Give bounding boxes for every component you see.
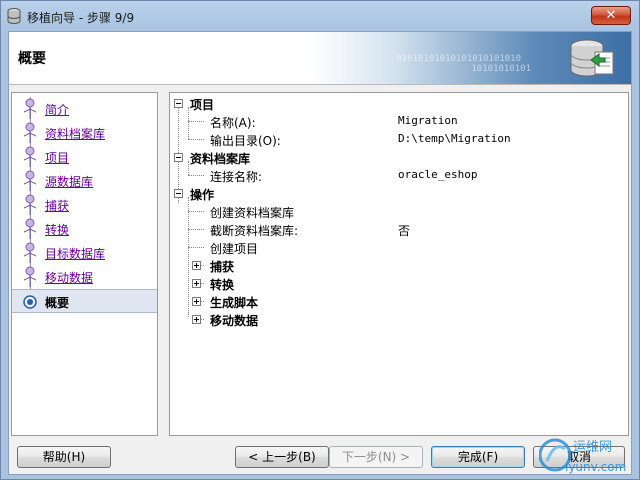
collapse-icon[interactable] (174, 153, 183, 162)
step-pin-icon (23, 146, 37, 167)
header-binary-decoration-2: 10101010101 (471, 64, 531, 74)
expand-icon[interactable] (192, 297, 201, 306)
expand-icon[interactable] (192, 315, 201, 324)
step-move-data[interactable]: 移动数据 (12, 265, 157, 289)
step-label[interactable]: 捕获 (45, 197, 69, 214)
tree-leaf-output-dir: 输出目录(O): D:\temp\Migration (210, 132, 511, 148)
step-target-db[interactable]: 目标数据库 (12, 241, 157, 265)
step-convert[interactable]: 转换 (12, 217, 157, 241)
step-pin-icon (23, 266, 37, 287)
step-repository[interactable]: 资料档案库 (12, 121, 157, 145)
database-migration-icon (570, 39, 614, 77)
current-step-icon (23, 295, 37, 309)
step-source-db[interactable]: 源数据库 (12, 169, 157, 193)
close-button[interactable]: ✕ (591, 6, 631, 25)
tree-leaf-connection-name: 连接名称: oracle_eshop (210, 168, 478, 184)
wizard-window: 移植向导 - 步骤 9/9 ✕ 01010101010101010101010 … (0, 0, 640, 480)
step-project[interactable]: 项目 (12, 145, 157, 169)
back-button[interactable]: < 上一步(B) (235, 446, 329, 468)
steps-sidebar: 简介 资料档案库 项目 源数据库 捕获 转换 目标数据库 移动数据 概要 (11, 92, 158, 436)
watermark-url: iyunv.com (565, 460, 626, 474)
step-label[interactable]: 项目 (45, 149, 69, 166)
step-label[interactable]: 移动数据 (45, 269, 93, 286)
help-button[interactable]: 帮助(H) (17, 446, 111, 468)
step-pin-icon (23, 194, 37, 215)
summary-tree: 项目 名称(A): Migration 输出目录(O): D:\temp\Mig… (169, 92, 629, 436)
step-pin-icon (23, 170, 37, 191)
page-title: 概要 (18, 51, 46, 67)
step-label[interactable]: 简介 (45, 101, 69, 118)
tree-node-capture[interactable]: 捕获 (170, 257, 610, 275)
expand-icon[interactable] (192, 261, 201, 270)
tree-leaf-truncate-repository: 截断资料档案库: 否 (210, 224, 411, 238)
collapse-icon[interactable] (174, 189, 183, 198)
window-title: 移植向导 - 步骤 9/9 (27, 11, 135, 25)
step-pin-icon (23, 242, 37, 263)
step-pin-icon (23, 218, 37, 239)
header-binary-decoration: 01010101010101010101010 (396, 54, 521, 64)
tree-node-operations[interactable]: 操作 (170, 185, 610, 203)
close-icon: ✕ (605, 8, 617, 23)
step-pin-icon (23, 98, 37, 119)
finish-button[interactable]: 完成(F) (431, 446, 525, 468)
step-summary[interactable]: 概要 (12, 289, 157, 313)
tree-node-repository[interactable]: 资料档案库 (170, 149, 610, 167)
tree-node-move-data[interactable]: 移动数据 (170, 311, 610, 329)
step-label: 概要 (45, 296, 70, 310)
tree-leaf-create-project: 创建项目 (210, 242, 259, 256)
step-label[interactable]: 资料档案库 (45, 125, 105, 142)
tree-leaf-create-repository: 创建资料档案库 (210, 206, 295, 220)
step-label[interactable]: 源数据库 (45, 173, 93, 190)
tree-node-convert[interactable]: 转换 (170, 275, 610, 293)
step-pin-icon (23, 122, 37, 143)
wizard-client-area: 01010101010101010101010 10101010101 概要 简… (8, 31, 632, 475)
wizard-header: 01010101010101010101010 10101010101 概要 (9, 32, 631, 85)
title-bar[interactable]: 移植向导 - 步骤 9/9 ✕ (1, 1, 639, 31)
step-capture[interactable]: 捕获 (12, 193, 157, 217)
expand-icon[interactable] (192, 279, 201, 288)
tree-node-generate-script[interactable]: 生成脚本 (170, 293, 610, 311)
tree-leaf-project-name: 名称(A): Migration (210, 114, 458, 130)
step-label[interactable]: 目标数据库 (45, 245, 105, 262)
tree-node-project[interactable]: 项目 (170, 95, 610, 113)
watermark-text: 运维网 (573, 440, 612, 455)
collapse-icon[interactable] (174, 99, 183, 108)
next-button[interactable]: 下一步(N) > (329, 446, 423, 468)
site-watermark-logo: 运维网 iyunv.com (539, 438, 626, 474)
database-app-icon (7, 8, 21, 24)
step-label[interactable]: 转换 (45, 221, 69, 238)
step-intro[interactable]: 简介 (12, 97, 157, 121)
